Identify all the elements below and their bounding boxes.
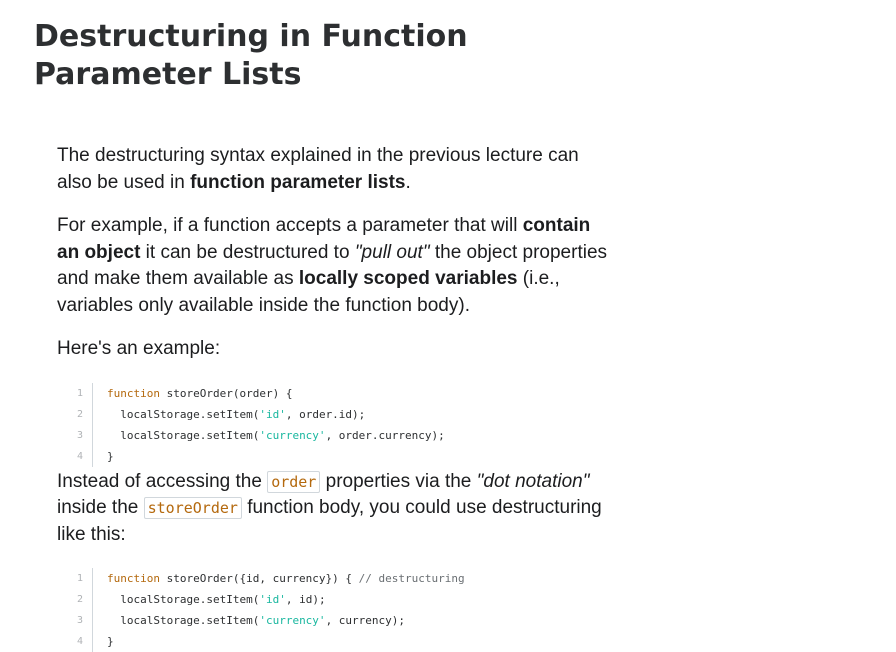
text: Instead of accessing the — [57, 470, 268, 492]
paragraph-instead: Instead of accessing the order propertie… — [57, 469, 617, 549]
code-token: localStorage.setItem( — [107, 593, 260, 606]
inline-code-storeorder: storeOrder — [143, 497, 242, 519]
code-text: } — [93, 631, 114, 652]
code-token: 'id' — [259, 407, 286, 421]
paragraph-intro: The destructuring syntax explained in th… — [57, 143, 617, 196]
line-number: 4 — [57, 631, 93, 652]
code-token: , currency); — [325, 614, 406, 627]
line-number: 2 — [57, 403, 93, 425]
code-token: localStorage.setItem( — [107, 614, 260, 627]
code-line: 1 function storeOrder(order) { — [57, 382, 617, 404]
code-text: localStorage.setItem('currency', currenc… — [93, 610, 405, 631]
code-token: 'currency' — [259, 614, 326, 627]
line-number: 3 — [57, 424, 93, 446]
code-line: 4} — [57, 445, 617, 467]
code-token: // destructuring — [358, 572, 465, 585]
paragraph-heres-example: Here's an example: — [57, 338, 221, 359]
code-line: 1 function storeOrder({id, currency}) { /… — [57, 568, 617, 589]
code-block-destructuring: 1 function storeOrder({id, currency}) { /… — [57, 568, 617, 652]
line-number: 2 — [57, 589, 93, 610]
bold-text: function parameter lists — [190, 171, 406, 193]
code-line: 3 localStorage.setItem('currency', order… — [57, 424, 617, 446]
code-text: function storeOrder(order) { — [93, 383, 292, 404]
text: properties via the — [320, 470, 477, 492]
code-token: localStorage.setItem( — [107, 407, 260, 421]
text: inside the — [57, 497, 144, 518]
code-text: localStorage.setItem('id', id); — [93, 589, 326, 610]
code-token: , order.currency); — [325, 428, 445, 442]
code-token: 'id' — [259, 593, 286, 606]
line-number: 3 — [57, 610, 93, 631]
page-title: Destructuring in Function Parameter List… — [34, 19, 468, 92]
code-token: function — [107, 386, 160, 400]
code-token: function — [107, 572, 160, 585]
text: For example, if a function accepts a par… — [57, 215, 523, 236]
code-line: 2 localStorage.setItem('id', order.id); — [57, 403, 617, 425]
code-text: } — [93, 446, 114, 467]
code-text: function storeOrder({id, currency}) { //… — [93, 568, 465, 589]
bold-text: locally scoped variables — [298, 268, 518, 289]
code-line: 4} — [57, 631, 617, 652]
code-line: 3 localStorage.setItem('currency', curre… — [57, 610, 617, 631]
text: . — [405, 171, 411, 193]
code-token: 'currency' — [259, 428, 326, 442]
line-number: 4 — [57, 445, 93, 467]
line-number: 1 — [57, 568, 93, 589]
line-number: 1 — [57, 382, 93, 404]
italic-text: "pull out" — [354, 241, 430, 263]
code-token: , id); — [285, 593, 326, 606]
code-token: } — [107, 635, 114, 648]
code-token: localStorage.setItem( — [107, 428, 260, 442]
inline-code-order: order — [267, 470, 321, 493]
code-block-dot-notation: 1 function storeOrder(order) {2 localStor… — [57, 382, 617, 467]
code-token: , order.id); — [285, 407, 366, 421]
code-text: localStorage.setItem('id', order.id); — [93, 404, 365, 425]
code-line: 2 localStorage.setItem('id', id); — [57, 589, 617, 610]
text: it can be destructured to — [140, 241, 355, 263]
paragraph-example-explanation: For example, if a function accepts a par… — [57, 213, 617, 319]
code-token: storeOrder(order) { — [159, 386, 293, 400]
italic-text: "dot notation" — [476, 470, 590, 492]
lecture-content: The destructuring syntax explained in th… — [57, 143, 617, 652]
code-text: localStorage.setItem('currency', order.c… — [93, 425, 445, 446]
code-token: } — [107, 449, 114, 463]
code-token: storeOrder({id, currency}) { — [159, 572, 359, 585]
